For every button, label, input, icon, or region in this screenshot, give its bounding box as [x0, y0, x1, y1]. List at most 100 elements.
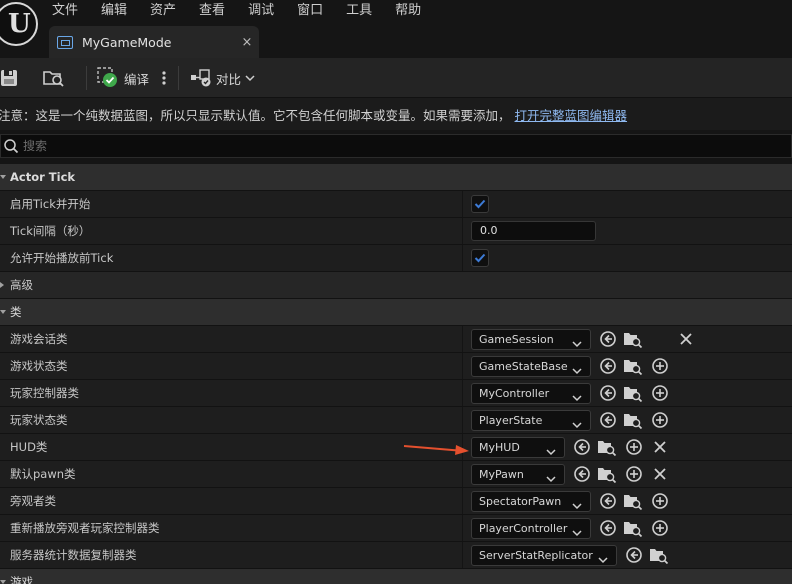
add-icon[interactable] — [651, 384, 669, 402]
property-label: 启用Tick并开始 — [0, 191, 463, 217]
clear-icon[interactable] — [651, 465, 669, 483]
title-bar: U 文件 编辑 资产 查看 调试 窗口 工具 帮助 MyGameMode × — [0, 0, 792, 58]
use-selected-icon[interactable] — [599, 384, 617, 402]
add-icon[interactable] — [651, 357, 669, 375]
use-selected-icon[interactable] — [625, 546, 643, 564]
class-picker-value: GameStateBase — [479, 360, 568, 373]
chevron-down-icon — [546, 470, 556, 489]
class-picker-value: SpectatorPawn — [479, 495, 562, 508]
menu-window[interactable]: 窗口 — [297, 2, 323, 20]
browse-asset-icon[interactable] — [623, 330, 643, 349]
category-actor-tick[interactable]: Actor Tick — [0, 164, 792, 191]
browse-asset-icon[interactable] — [597, 465, 617, 484]
diff-button[interactable]: 对比 — [190, 66, 255, 90]
class-picker-combo[interactable]: MyHUD — [471, 437, 565, 458]
use-selected-icon[interactable] — [599, 411, 617, 429]
tick-before-begin-checkbox[interactable] — [471, 249, 489, 267]
use-selected-icon[interactable] — [573, 438, 591, 456]
chevron-down-icon — [572, 524, 582, 543]
tab-mygamemode[interactable]: MyGameMode × — [49, 26, 259, 58]
use-selected-icon[interactable] — [599, 357, 617, 375]
add-icon[interactable] — [625, 438, 643, 456]
menu-asset[interactable]: 资产 — [150, 2, 176, 20]
unreal-logo-icon[interactable]: U — [0, 2, 38, 46]
compile-options-button[interactable] — [160, 66, 168, 90]
menu-help[interactable]: 帮助 — [395, 2, 421, 20]
browse-asset-icon[interactable] — [623, 384, 643, 403]
menu-debug[interactable]: 调试 — [248, 2, 274, 20]
class-picker-combo[interactable]: ServerStatReplicator — [471, 545, 617, 566]
advanced-label: 高级 — [10, 278, 33, 292]
browse-asset-icon[interactable] — [623, 357, 643, 376]
clear-icon[interactable] — [677, 330, 695, 348]
search-box — [0, 134, 792, 158]
browse-asset-icon[interactable] — [623, 519, 643, 538]
save-button[interactable] — [0, 66, 20, 90]
property-row: HUD类 MyHUD — [0, 434, 792, 461]
category-title: Actor Tick — [10, 170, 76, 184]
class-picker-value: ServerStatReplicator — [479, 549, 593, 562]
toolbar-separator — [178, 66, 179, 90]
class-picker-value: PlayerController — [479, 522, 568, 535]
property-label: 玩家控制器类 — [0, 380, 463, 406]
menu-edit[interactable]: 编辑 — [101, 2, 127, 20]
class-picker-value: PlayerState — [479, 414, 543, 427]
open-full-editor-link[interactable]: 打开完整蓝图编辑器 — [515, 105, 628, 124]
browse-asset-icon[interactable] — [597, 438, 617, 457]
use-selected-icon[interactable] — [599, 330, 617, 348]
close-icon[interactable]: × — [235, 35, 259, 50]
search-input[interactable] — [23, 139, 723, 153]
tick-interval-input[interactable]: 0.0 — [471, 221, 596, 241]
chevron-down-icon — [598, 551, 608, 570]
data-only-notice: 注意：这是一个纯数据蓝图，所以只显示默认值。它不包含任何脚本或变量。如果需要添加… — [0, 98, 792, 130]
checkmark-icon — [474, 253, 486, 263]
property-label: 服务器统计数据复制器类 — [0, 542, 463, 568]
class-picker-combo[interactable]: MyPawn — [471, 464, 565, 485]
property-row: 默认pawn类 MyPawn — [0, 461, 792, 488]
class-picker-combo[interactable]: MyController — [471, 383, 591, 404]
browse-asset-icon[interactable] — [623, 492, 643, 511]
property-label: Tick间隔（秒） — [0, 218, 463, 244]
browse-asset-button[interactable] — [42, 66, 66, 90]
folder-search-icon — [43, 71, 64, 87]
class-picker-value: MyPawn — [479, 468, 524, 481]
property-label: 允许开始播放前Tick — [0, 245, 463, 271]
class-picker-combo[interactable]: GameStateBase — [471, 356, 591, 377]
use-selected-icon[interactable] — [599, 519, 617, 537]
compile-button[interactable]: 编译 — [97, 66, 149, 90]
menu-file[interactable]: 文件 — [52, 2, 78, 20]
property-label: HUD类 — [0, 434, 463, 460]
expand-caret-icon — [0, 310, 6, 314]
toolbar-separator — [86, 66, 87, 90]
use-selected-icon[interactable] — [573, 465, 591, 483]
class-picker-value: MyController — [479, 387, 550, 400]
category-game[interactable]: 游戏 — [0, 569, 792, 584]
compile-status-icon — [97, 67, 117, 87]
collapse-caret-icon — [0, 282, 4, 288]
property-label: 游戏状态类 — [0, 353, 463, 379]
menu-view[interactable]: 查看 — [199, 2, 225, 20]
add-icon[interactable] — [651, 492, 669, 510]
class-picker-value: MyHUD — [479, 441, 520, 454]
class-picker-combo[interactable]: GameSession — [471, 329, 591, 350]
class-picker-combo[interactable]: PlayerController — [471, 518, 591, 539]
clear-icon[interactable] — [651, 438, 669, 456]
chevron-down-icon — [572, 416, 582, 435]
menu-tools[interactable]: 工具 — [346, 2, 372, 20]
browse-asset-icon[interactable] — [623, 411, 643, 430]
add-icon[interactable] — [625, 465, 643, 483]
use-selected-icon[interactable] — [599, 492, 617, 510]
category-classes[interactable]: 类 — [0, 299, 792, 326]
chevron-down-icon — [572, 335, 582, 354]
start-with-tick-checkbox[interactable] — [471, 195, 489, 213]
class-picker-value: GameSession — [479, 333, 554, 346]
advanced-section[interactable]: 高级 — [0, 272, 792, 299]
property-row: 玩家控制器类 MyController — [0, 380, 792, 407]
chevron-down-icon — [572, 497, 582, 516]
class-picker-combo[interactable]: PlayerState — [471, 410, 591, 431]
add-icon[interactable] — [651, 411, 669, 429]
add-icon[interactable] — [651, 519, 669, 537]
browse-asset-icon[interactable] — [649, 546, 669, 565]
class-picker-combo[interactable]: SpectatorPawn — [471, 491, 591, 512]
property-row: 启用Tick并开始 — [0, 191, 792, 218]
